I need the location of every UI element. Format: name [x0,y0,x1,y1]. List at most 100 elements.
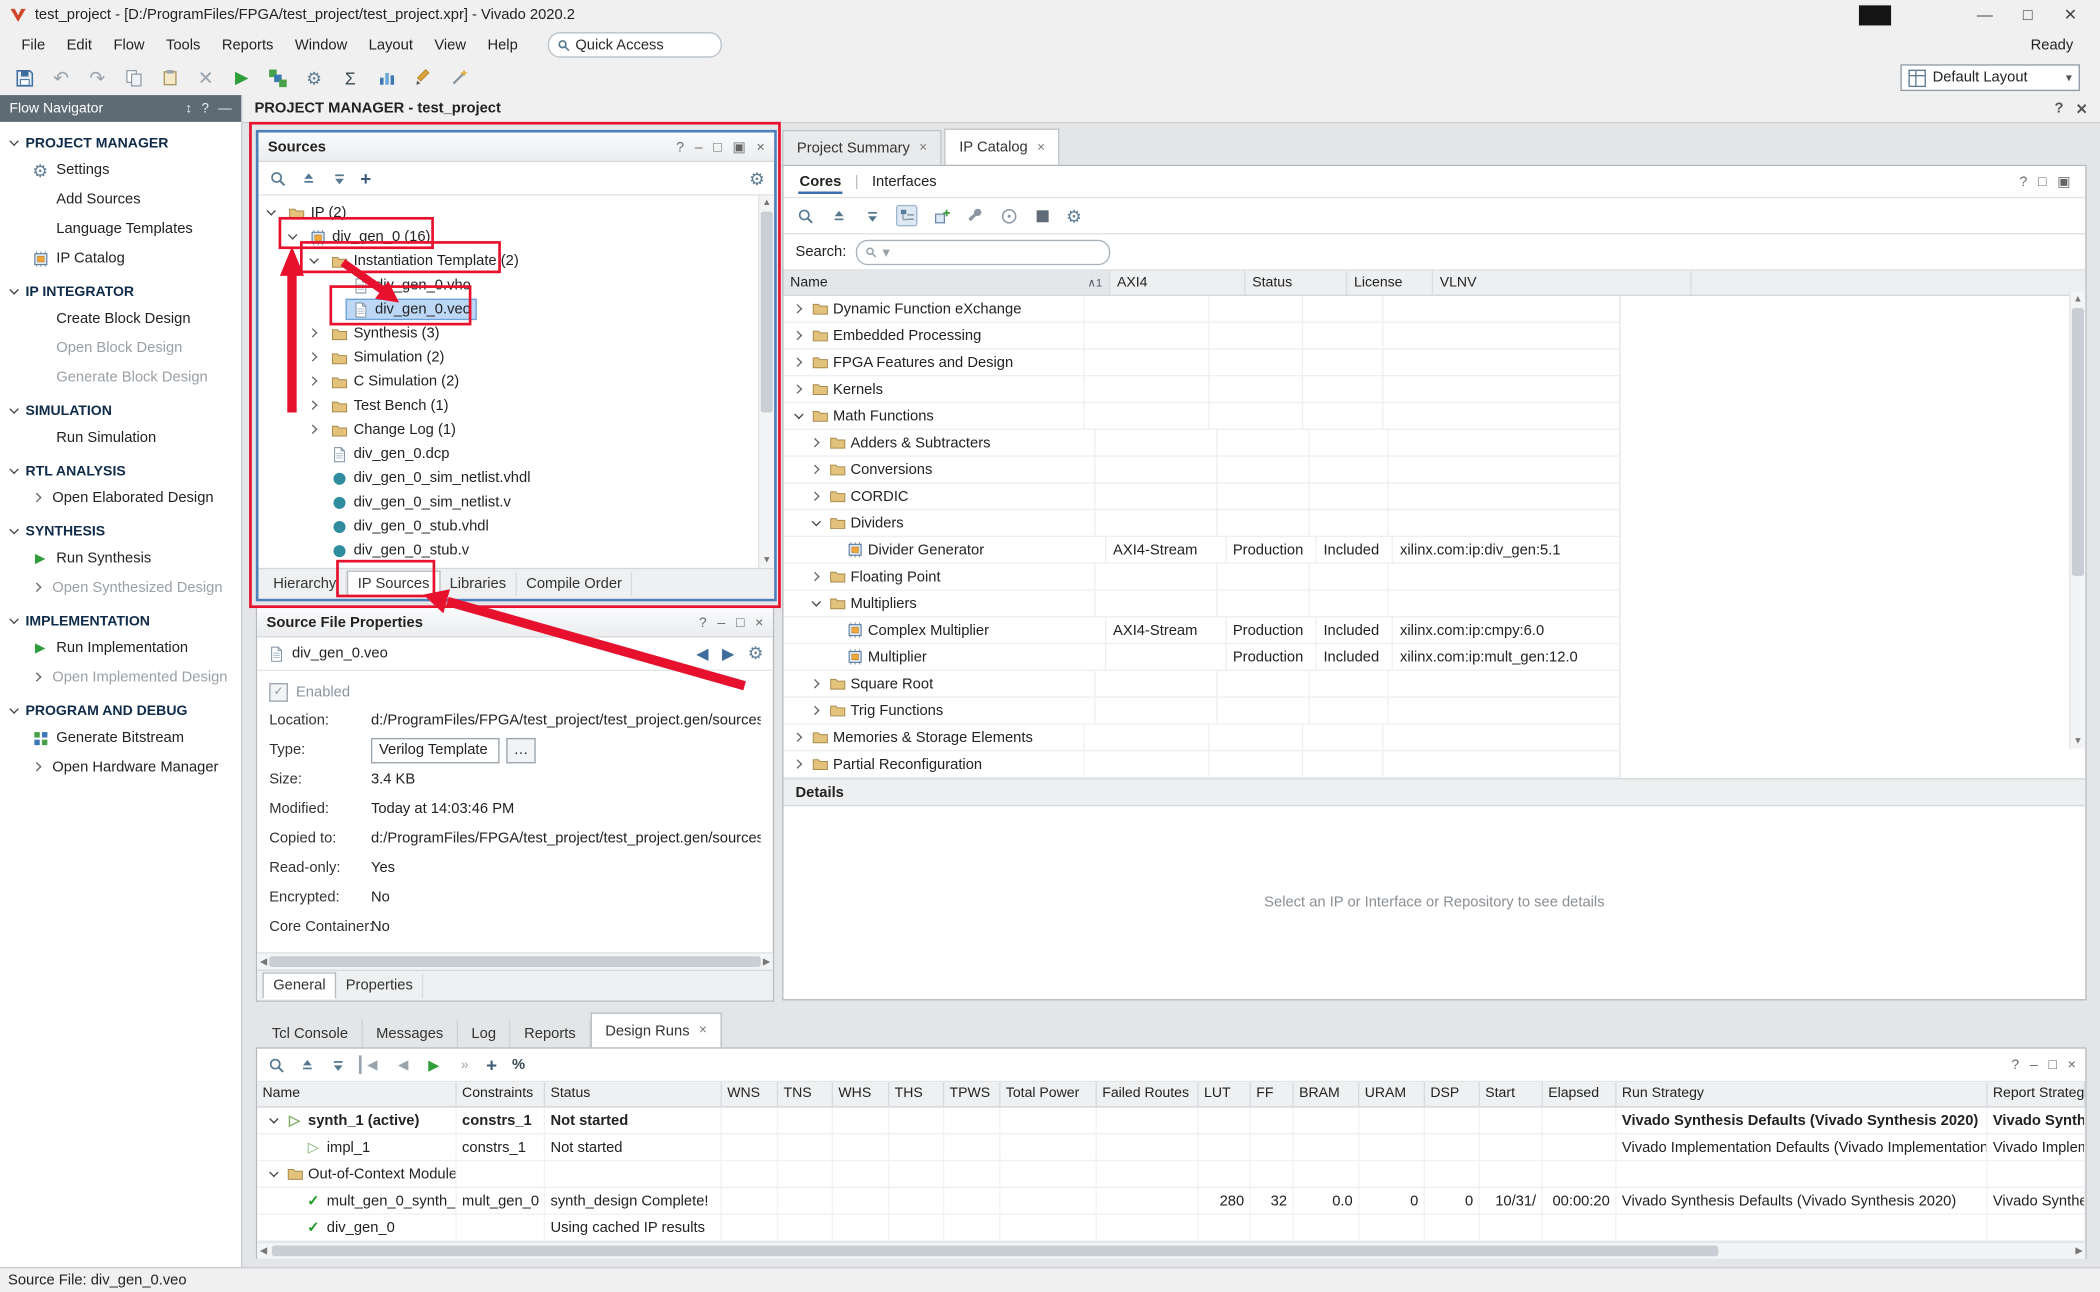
sources-tab-hierarchy[interactable]: Hierarchy [264,572,347,596]
float-icon[interactable]: □ [2038,173,2046,189]
ip-catalog-row-multiplier[interactable]: MultiplierProductionIncludedxilinx.com:i… [783,644,1620,671]
chevron-right-icon[interactable] [809,489,824,504]
ip-catalog-row-conversions[interactable]: Conversions [783,457,1620,484]
chevron-right-icon[interactable] [31,760,46,775]
chevron-right-icon[interactable] [307,374,322,389]
column-header-status[interactable]: Status [1246,271,1348,295]
ip-catalog-row-complex-multiplier[interactable]: Complex MultiplierAXI4-StreamProductionI… [783,617,1620,644]
chevron-down-icon[interactable] [267,1167,282,1182]
maximize-icon[interactable]: □ [2006,1,2049,28]
properties-hscrollbar[interactable]: ◀ ▶ [257,952,773,969]
sources-tree-item-div-gen-0-stub-v[interactable]: div_gen_0_stub.v [258,538,774,562]
scroll-right-icon[interactable]: ▶ [763,956,770,967]
scroll-left-icon[interactable]: ◀ [260,1246,267,1257]
runs-column-header-run-strategy[interactable]: Run Strategy [1617,1082,1988,1106]
ip-catalog-row-kernels[interactable]: Kernels [783,376,1620,403]
runs-column-header-ff[interactable]: FF [1251,1082,1294,1106]
flow-nav-item-open-block-design[interactable]: Open Block Design [0,333,241,362]
expand-all-icon[interactable] [863,206,882,225]
chevron-right-icon[interactable] [792,301,807,316]
menu-help[interactable]: Help [477,33,529,57]
chevron-down-icon[interactable] [809,516,824,531]
chevron-right-icon[interactable] [792,757,807,772]
close-tab-icon[interactable]: × [919,141,927,156]
ip-catalog-row-square-root[interactable]: Square Root [783,671,1620,698]
sources-tree-item-div-gen-0-sim-netlist-v[interactable]: div_gen_0_sim_netlist.v [258,490,774,514]
runs-column-header-report-strategy[interactable]: Report Strategy [1988,1082,2086,1106]
menu-flow[interactable]: Flow [103,33,156,57]
layout-selector[interactable]: Default Layout ▾ [1900,64,2079,91]
doc-tab-ip-catalog[interactable]: IP Catalog× [944,129,1059,165]
settings-icon[interactable]: ⚙ [301,65,326,90]
chevron-right-icon[interactable] [792,328,807,343]
collapse-all-icon[interactable] [299,169,318,188]
runs-column-header-status[interactable]: Status [545,1082,722,1106]
flow-nav-item-open-implemented-design[interactable]: Open Implemented Design [0,663,241,692]
sources-tree-item-div-gen-0-stub-vhdl[interactable]: div_gen_0_stub.vhdl [258,514,774,538]
ip-catalog-row-adders-subtracters[interactable]: Adders & Subtracters [783,430,1620,457]
sources-tree-item-c-simulation-2[interactable]: C Simulation (2) [258,370,774,394]
help-icon[interactable]: ? [2020,173,2028,189]
flow-nav-item-run-synthesis[interactable]: ▶Run Synthesis [0,544,241,573]
copy-icon[interactable] [121,65,146,90]
details-toggle-icon[interactable] [1033,206,1052,225]
probe-icon[interactable] [446,65,471,90]
back-arrow-icon[interactable]: ◀ [696,644,708,663]
expand-all-icon[interactable] [329,169,348,188]
design-runs-hscrollbar[interactable]: ◀ ▶ [257,1242,2085,1259]
sources-tree-item-div-gen-0-vho[interactable]: div_gen_0.vho [258,273,774,297]
maximize-icon[interactable]: ▣ [2057,173,2070,189]
runs-column-header-failed-routes[interactable]: Failed Routes [1097,1082,1199,1106]
menu-edit[interactable]: Edit [56,33,103,57]
runs-column-header-wns[interactable]: WNS [722,1082,778,1106]
flow-nav-section-program-and-debug[interactable]: PROGRAM AND DEBUG [0,692,241,723]
chevron-down-icon[interactable] [7,404,22,419]
sources-scrollbar[interactable]: ▲ ▼ [758,196,774,568]
report-icon[interactable] [374,65,399,90]
menu-tools[interactable]: Tools [155,33,211,57]
menu-reports[interactable]: Reports [211,33,284,57]
scroll-up-icon[interactable]: ▲ [2071,292,2086,307]
menu-view[interactable]: View [424,33,477,57]
help-icon[interactable]: ? [699,614,707,630]
group-by-hierarchy-icon[interactable] [896,205,917,226]
chevron-right-icon[interactable] [792,355,807,370]
ip-catalog-search-input[interactable]: ▾ [856,239,1110,264]
gear-icon[interactable]: ⚙ [749,169,765,186]
runs-column-header-start[interactable]: Start [1480,1082,1543,1106]
ip-catalog-row-math-functions[interactable]: Math Functions [783,403,1620,430]
sources-tree-item-test-bench-1[interactable]: Test Bench (1) [258,394,774,418]
chevron-down-icon[interactable] [285,230,300,245]
chevron-right-icon[interactable] [307,398,322,413]
ip-catalog-row-partial-reconfiguration[interactable]: Partial Reconfiguration [783,751,1620,778]
scroll-down-icon[interactable]: ▼ [759,553,774,568]
launch-runs-icon[interactable]: ▶ [425,1055,444,1074]
add-sources-icon[interactable]: + [360,167,371,188]
search-icon[interactable] [268,169,287,188]
minimize-icon[interactable]: – [2030,1057,2038,1073]
search-icon[interactable] [796,206,815,225]
flow-nav-section-project-manager[interactable]: PROJECT MANAGER [0,125,241,156]
flow-icon[interactable] [265,65,290,90]
ip-catalog-scrollbar[interactable]: ▲ ▼ [2069,292,2085,749]
properties-tab-properties[interactable]: Properties [336,974,423,998]
close-icon[interactable]: × [755,614,763,630]
help-icon[interactable]: ? [676,139,684,155]
minimize-icon[interactable]: — [1963,1,2006,28]
sources-tree-item-change-log-1[interactable]: Change Log (1) [258,418,774,442]
sources-tree-item-instantiation-template-2[interactable]: Instantiation Template (2) [258,249,774,273]
chevron-down-icon[interactable] [267,1113,282,1128]
flow-nav-section-synthesis[interactable]: SYNTHESIS [0,513,241,544]
flow-nav-section-ip-integrator[interactable]: IP INTEGRATOR [0,273,241,304]
flow-nav-item-open-hardware-manager[interactable]: Open Hardware Manager [0,753,241,782]
subtab-interfaces[interactable]: Interfaces [871,169,938,193]
step-back-icon[interactable]: ◀ [394,1055,413,1074]
subtab-cores[interactable]: Cores [798,169,842,193]
close-icon[interactable]: ✕ [2076,100,2088,117]
menu-window[interactable]: Window [284,33,358,57]
close-icon[interactable]: × [757,139,765,155]
chevron-down-icon[interactable] [307,254,322,269]
float-icon[interactable]: □ [736,614,744,630]
chevron-down-icon[interactable] [7,524,22,539]
sources-tree-item-ip-2[interactable]: IP (2) [258,201,774,225]
